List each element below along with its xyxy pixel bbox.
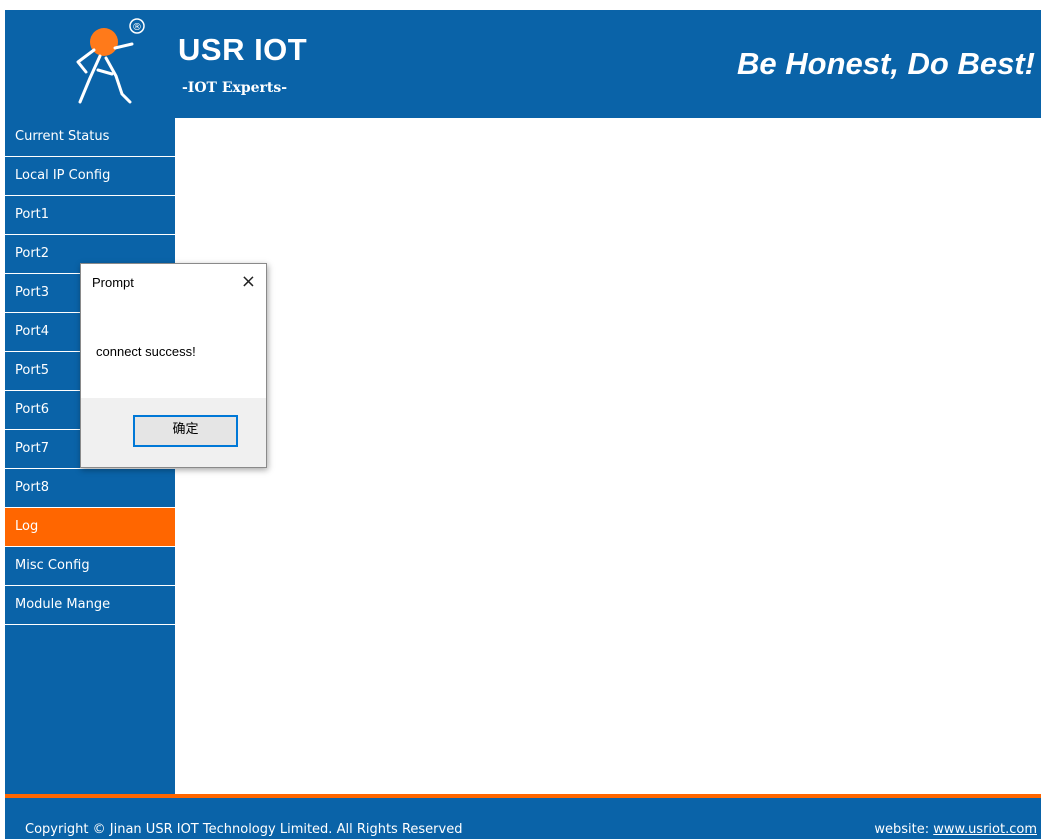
prompt-dialog: Prompt × connect success! 确定 xyxy=(80,263,267,468)
brand-subtitle: -IOT Experts- xyxy=(182,80,288,96)
sidebar-item-log[interactable]: Log xyxy=(5,508,175,547)
sidebar-item-module-mange[interactable]: Module Mange xyxy=(5,586,175,625)
dialog-message: connect success! xyxy=(96,344,196,359)
header: ® USR IOT -IOT Experts- Be Honest, Do Be… xyxy=(5,10,1041,118)
sidebar-item-port8[interactable]: Port8 xyxy=(5,469,175,508)
sidebar-item-current-status[interactable]: Current Status xyxy=(5,118,175,157)
slogan: Be Honest, Do Best! xyxy=(737,46,1035,81)
website-link[interactable]: www.usriot.com xyxy=(933,822,1037,837)
footer: Copyright © Jinan USR IOT Technology Lim… xyxy=(5,794,1041,839)
ok-button[interactable]: 确定 xyxy=(133,415,238,447)
website-label: website: xyxy=(874,822,930,837)
dialog-title: Prompt xyxy=(92,275,134,290)
registered-mark: ® xyxy=(132,22,142,33)
sidebar-item-port1[interactable]: Port1 xyxy=(5,196,175,235)
sidebar-item-local-ip-config[interactable]: Local IP Config xyxy=(5,157,175,196)
sidebar-item-misc-config[interactable]: Misc Config xyxy=(5,547,175,586)
website-info: website: www.usriot.com xyxy=(874,822,1037,837)
brand-title: USR IOT xyxy=(178,32,308,67)
usr-logo-icon: ® xyxy=(76,18,145,104)
copyright-text: Copyright © Jinan USR IOT Technology Lim… xyxy=(25,822,463,837)
dialog-footer: 确定 xyxy=(81,398,266,467)
close-icon[interactable]: × xyxy=(241,271,256,293)
